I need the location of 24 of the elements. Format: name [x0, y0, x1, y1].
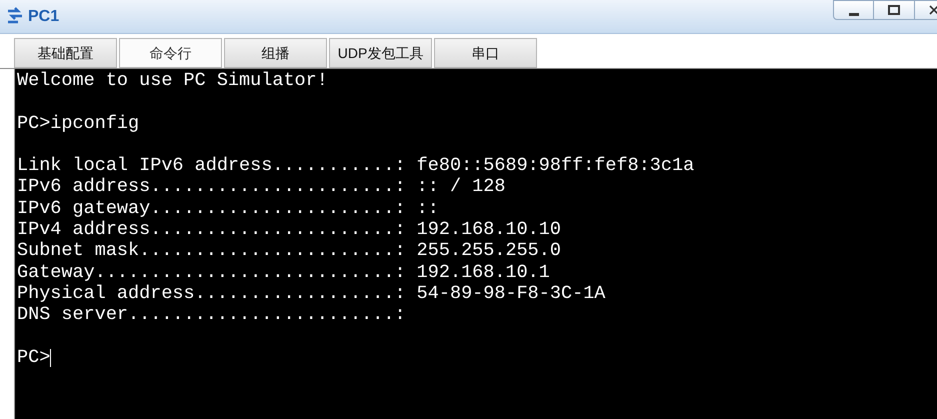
- minimize-button[interactable]: [833, 0, 874, 20]
- terminal-line: IPv6 gateway......................: ::: [17, 198, 439, 220]
- terminal-line: PC>: [17, 346, 50, 368]
- terminal-line: Gateway...........................: 192.168.10.1: [17, 262, 550, 283]
- tab[interactable]: 组播: [224, 38, 327, 68]
- tab[interactable]: 串口: [434, 38, 537, 68]
- tab[interactable]: 命令行: [119, 38, 222, 68]
- terminal-line: Link local IPv6 address...........: fe80::5689:98ff:fef8:3c1a: [17, 155, 694, 176]
- terminal-line: Physical address..................: 54-89-98-F8-3C-1A: [17, 282, 606, 304]
- terminal[interactable]: [14, 69, 937, 419]
- terminal-line: Subnet mask.......................: 255.255.255.0: [17, 240, 561, 262]
- maximize-button[interactable]: [874, 0, 915, 20]
- close-icon: [929, 5, 937, 15]
- tab[interactable]: 基础配置: [14, 38, 117, 68]
- close-button[interactable]: [915, 0, 937, 20]
- minimize-icon: [848, 12, 858, 16]
- window-title: PC1: [28, 6, 60, 26]
- tab[interactable]: UDP发包工具: [329, 38, 432, 68]
- terminal-line: DNS server........................:: [17, 304, 406, 326]
- terminal-line: PC>ipconfig: [17, 112, 140, 134]
- terminal-line: IPv4 address......................: 192.168.10.10: [17, 219, 561, 240]
- terminal-line: Welcome to use PC Simulator!: [17, 70, 328, 92]
- terminal-line: IPv6 address......................: :: / 128: [17, 176, 506, 198]
- maximize-icon: [888, 5, 900, 15]
